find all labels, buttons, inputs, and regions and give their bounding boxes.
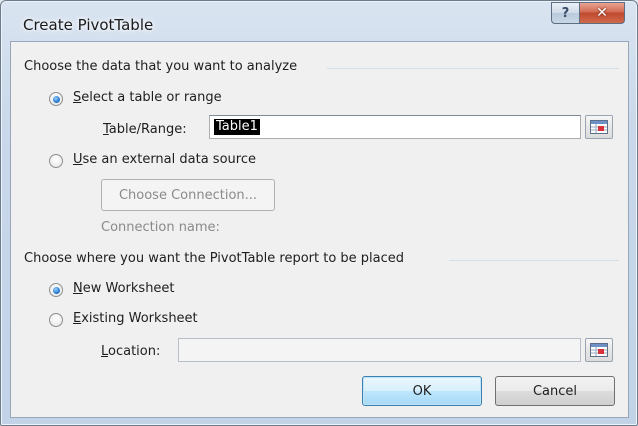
help-icon: ? xyxy=(561,5,570,21)
help-button[interactable]: ? xyxy=(551,2,579,24)
new-worksheet-label[interactable]: New Worksheet xyxy=(73,281,175,296)
placement-group-title: Choose where you want the PivotTable rep… xyxy=(24,251,405,266)
dialog-window: Create PivotTable ? ✕ Choose the data th… xyxy=(0,0,638,426)
select-range-radio[interactable] xyxy=(49,92,63,106)
existing-worksheet-label[interactable]: Existing Worksheet xyxy=(73,311,198,326)
new-worksheet-radio[interactable] xyxy=(49,283,63,297)
table-range-value: Table1 xyxy=(214,119,260,135)
table-range-label: Table/Range: xyxy=(103,122,187,137)
range-picker-icon xyxy=(590,120,608,134)
external-source-label[interactable]: Use an external data source xyxy=(73,152,256,167)
table-range-input[interactable]: Table1 xyxy=(209,115,581,139)
cancel-button[interactable]: Cancel xyxy=(495,376,615,406)
existing-worksheet-radio[interactable] xyxy=(49,313,63,327)
caption-buttons: ? ✕ xyxy=(551,2,625,24)
location-picker-button[interactable] xyxy=(585,338,613,362)
choose-connection-button[interactable]: Choose Connection... xyxy=(101,179,275,211)
close-icon: ✕ xyxy=(596,5,608,21)
analyze-group-divider xyxy=(327,68,619,69)
placement-group-divider xyxy=(449,260,619,261)
dialog-title: Create PivotTable xyxy=(23,16,154,34)
ok-button[interactable]: OK xyxy=(362,376,482,406)
connection-name-label: Connection name: xyxy=(101,220,220,235)
location-label: Location: xyxy=(101,344,161,359)
select-range-label[interactable]: Select a table or range xyxy=(73,90,222,105)
dialog-body: Choose the data that you want to analyze… xyxy=(10,41,629,418)
close-button[interactable]: ✕ xyxy=(579,2,625,24)
location-input[interactable] xyxy=(178,338,581,362)
external-source-radio[interactable] xyxy=(49,154,63,168)
table-range-picker-button[interactable] xyxy=(585,115,613,139)
analyze-group-title: Choose the data that you want to analyze xyxy=(24,59,298,74)
range-picker-icon xyxy=(590,343,608,357)
